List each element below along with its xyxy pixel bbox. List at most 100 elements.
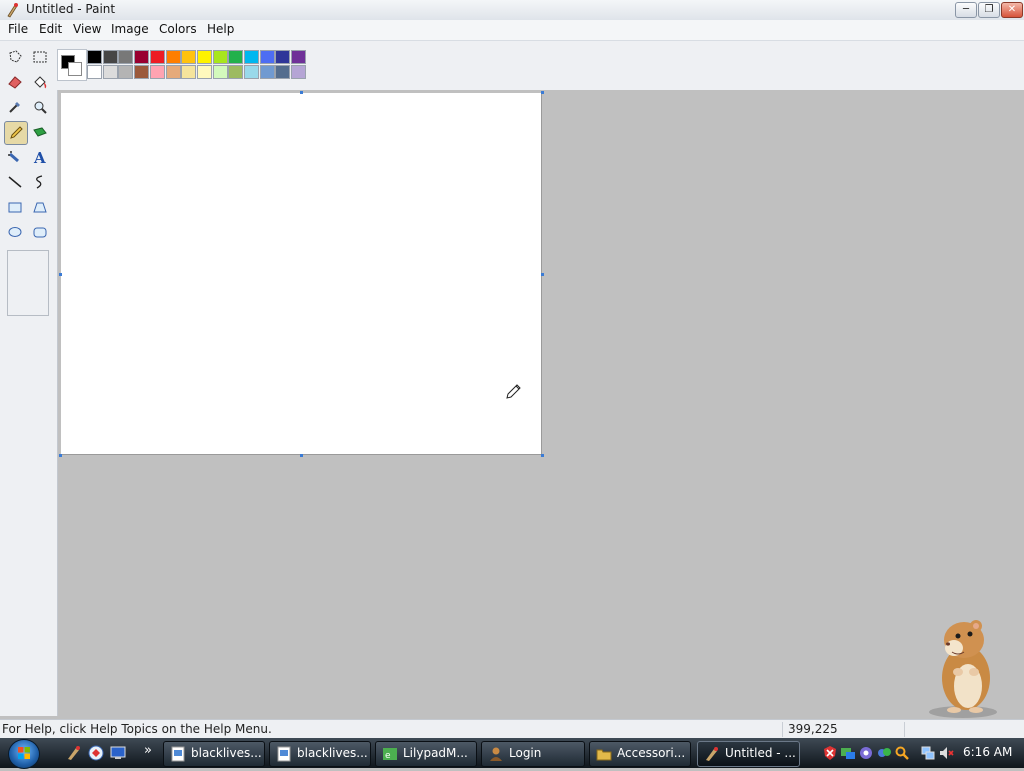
palette-color-swatch[interactable]	[212, 50, 228, 64]
drawing-canvas[interactable]	[61, 93, 541, 454]
taskbar-button[interactable]: Login	[481, 741, 585, 767]
eraser-tool[interactable]	[4, 71, 26, 93]
resize-handle-bottom-right[interactable]	[541, 454, 544, 457]
palette-color-swatch[interactable]	[291, 65, 307, 79]
palette-color-swatch[interactable]	[181, 50, 197, 64]
resize-handle-top[interactable]	[300, 91, 303, 94]
curve-tool[interactable]	[29, 171, 51, 193]
menu-view[interactable]: View	[73, 22, 101, 36]
search-tray-icon[interactable]	[894, 745, 910, 761]
palette-color-swatch[interactable]	[291, 50, 307, 64]
rounded-rectangle-tool[interactable]	[29, 221, 51, 243]
palette-color-swatch[interactable]	[228, 50, 244, 64]
current-colors[interactable]	[57, 49, 87, 81]
network-connection-icon[interactable]	[920, 745, 936, 761]
free-form-select-icon	[9, 50, 22, 63]
palette-color-swatch[interactable]	[118, 50, 134, 64]
rectangle-icon	[8, 202, 22, 213]
window-title: Untitled - Paint	[26, 2, 116, 16]
taskbar-button[interactable]: blacklives...	[163, 741, 265, 767]
resize-handle-bottom[interactable]	[300, 454, 303, 457]
app-tray-icon[interactable]	[858, 745, 874, 761]
palette-color-swatch[interactable]	[259, 50, 275, 64]
line-tool[interactable]	[4, 171, 26, 193]
select-tool[interactable]	[29, 46, 51, 68]
cursor-coordinates: 399,225	[788, 722, 838, 736]
rounded-rectangle-icon	[33, 227, 47, 238]
volume-muted-icon[interactable]	[938, 745, 954, 761]
menu-help[interactable]: Help	[207, 22, 234, 36]
workspace	[58, 90, 1022, 714]
taskbar-button-label: Login	[509, 746, 542, 760]
magnifier-tool[interactable]	[29, 96, 51, 118]
pick-color-tool[interactable]	[4, 96, 26, 118]
palette-color-swatch[interactable]	[275, 65, 291, 79]
title-bar: Untitled - Paint ─ ❐ ✕	[0, 0, 1024, 21]
text-tool[interactable]: A	[29, 146, 51, 168]
menu-edit[interactable]: Edit	[39, 22, 62, 36]
palette-color-swatch[interactable]	[275, 50, 291, 64]
close-button[interactable]: ✕	[1001, 2, 1023, 18]
svg-text:e: e	[385, 751, 391, 761]
hamster-mascot-icon[interactable]	[918, 612, 1008, 720]
taskbar-button-label: Untitled - ...	[725, 746, 796, 760]
magnifier-icon	[34, 101, 47, 114]
palette-color-swatch[interactable]	[134, 65, 150, 79]
airbrush-tool[interactable]	[4, 146, 26, 168]
rectangle-tool[interactable]	[4, 196, 26, 218]
ellipse-tool[interactable]	[4, 221, 26, 243]
brush-tool[interactable]	[29, 121, 51, 143]
svg-text:A: A	[33, 149, 46, 165]
palette-color-swatch[interactable]	[244, 50, 259, 64]
taskbar-button[interactable]: Accessori...	[589, 741, 691, 767]
resize-handle-right[interactable]	[541, 273, 544, 276]
taskbar-button-label: LilypadM...	[403, 746, 468, 760]
background-color[interactable]	[68, 62, 82, 76]
security-shield-icon[interactable]	[822, 745, 838, 761]
taskbar-button-label: Accessori...	[617, 746, 686, 760]
taskbar: » blacklives... blacklives... e LilypadM…	[0, 738, 1024, 769]
menu-file[interactable]: File	[8, 22, 28, 36]
palette-color-swatch[interactable]	[181, 65, 197, 79]
quick-launch-desktop-icon[interactable]	[110, 745, 126, 761]
menu-colors[interactable]: Colors	[159, 22, 197, 36]
palette-color-swatch[interactable]	[134, 50, 150, 64]
select-icon	[33, 51, 47, 63]
messenger-tray-icon[interactable]	[876, 745, 892, 761]
palette-color-swatch[interactable]	[118, 65, 134, 79]
menu-image[interactable]: Image	[111, 22, 149, 36]
palette-color-swatch[interactable]	[149, 50, 165, 64]
palette-color-swatch[interactable]	[149, 65, 165, 79]
restore-button[interactable]: ❐	[978, 2, 1000, 18]
palette-color-swatch[interactable]	[259, 65, 275, 79]
palette-color-swatch[interactable]	[244, 65, 259, 79]
palette-color-swatch[interactable]	[87, 50, 102, 64]
polygon-tool[interactable]	[29, 196, 51, 218]
quick-launch-browser-icon[interactable]	[88, 745, 104, 761]
palette-color-swatch[interactable]	[196, 65, 212, 79]
quick-launch-overflow-button[interactable]: »	[144, 743, 152, 758]
resize-handle-left[interactable]	[59, 273, 62, 276]
palette-color-swatch[interactable]	[228, 65, 244, 79]
palette-color-swatch[interactable]	[212, 65, 228, 79]
taskbar-button[interactable]: blacklives...	[269, 741, 371, 767]
resize-handle-top-right[interactable]	[541, 91, 544, 94]
palette-color-swatch[interactable]	[165, 65, 181, 79]
tool-options-box[interactable]	[7, 250, 49, 316]
palette-color-swatch[interactable]	[102, 65, 118, 79]
start-button[interactable]	[8, 739, 40, 769]
free-form-select-tool[interactable]	[4, 46, 26, 68]
taskbar-button[interactable]: e LilypadM...	[375, 741, 477, 767]
palette-color-swatch[interactable]	[165, 50, 181, 64]
fill-with-color-tool[interactable]	[29, 71, 51, 93]
system-clock[interactable]: 6:16 AM	[963, 745, 1012, 759]
minimize-button[interactable]: ─	[955, 2, 977, 18]
palette-color-swatch[interactable]	[87, 65, 102, 79]
resize-handle-bottom-left[interactable]	[59, 454, 62, 457]
palette-color-swatch[interactable]	[196, 50, 212, 64]
palette-color-swatch[interactable]	[102, 50, 118, 64]
network-tray-icon[interactable]	[840, 745, 856, 761]
taskbar-button-active[interactable]: Untitled - ...	[697, 741, 800, 767]
pencil-tool[interactable]	[4, 121, 28, 145]
quick-launch-paint-icon[interactable]	[66, 745, 82, 761]
